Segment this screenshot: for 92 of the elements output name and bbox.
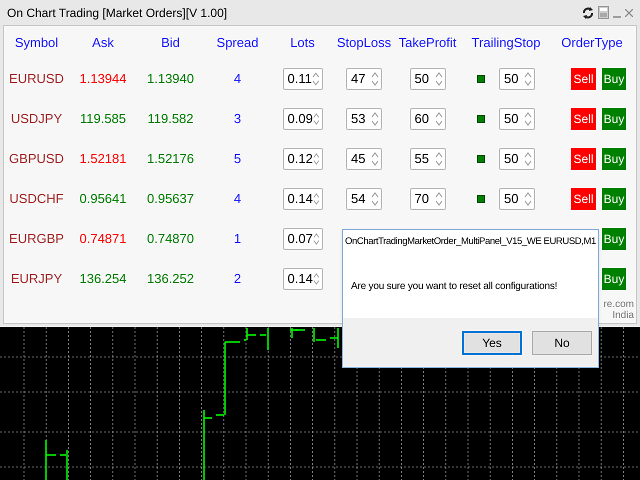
spin-arrows-icon	[371, 192, 379, 206]
spin-arrows-icon	[434, 112, 442, 126]
spin-field[interactable]: 50	[499, 148, 535, 170]
dialog-button[interactable]: No	[532, 330, 592, 354]
column-header: TakeProfit	[398, 34, 458, 52]
buy-button[interactable]: Buy	[602, 188, 626, 210]
spin-arrows-icon	[524, 192, 532, 206]
sell-button[interactable]: Sell	[571, 68, 596, 90]
ask-cell-text: 119.585	[78, 110, 128, 128]
spin-field[interactable]: 0.14	[282, 268, 322, 290]
column-header: Bid	[160, 34, 181, 52]
trailing-indicator[interactable]	[477, 115, 485, 123]
symbol-cell-text: EURGBP	[8, 230, 65, 248]
spin-arrows-icon	[371, 112, 379, 126]
column-header: TrailingStop	[470, 34, 542, 52]
spin-arrows-icon	[524, 72, 532, 86]
bid-cell-text: 0.95637	[146, 190, 195, 208]
symbol-cell-text: EURJPY	[10, 270, 64, 288]
spin-arrows-icon	[434, 72, 442, 86]
spread-cell-text: 4	[232, 190, 242, 208]
column-header: StopLoss	[336, 34, 392, 52]
trailing-indicator[interactable]	[477, 155, 485, 163]
column-header: Ask	[91, 34, 115, 52]
spin-field[interactable]: 54	[346, 188, 382, 210]
spin-field[interactable]: 0.09	[282, 108, 322, 130]
ask-cell-text: 0.95641	[78, 190, 128, 208]
bid-cell-text: 119.582	[146, 110, 195, 128]
spin-arrows-icon	[434, 152, 442, 166]
bid-cell-text: 136.252	[146, 270, 195, 288]
spread-cell-text: 1	[232, 230, 242, 248]
bid-cell-text: 0.74870	[146, 230, 195, 248]
spin-field[interactable]: 50	[410, 68, 446, 90]
buy-button[interactable]: Buy	[602, 228, 626, 250]
symbol-cell-text: USDCHF	[8, 190, 65, 208]
dialog-button[interactable]: Yes	[462, 330, 522, 354]
spin-field[interactable]: 50	[499, 108, 535, 130]
dialog-message: Are you sure you want to reset all configurations!	[351, 280, 558, 294]
spread-cell-text: 3	[232, 110, 242, 128]
buy-button[interactable]: Buy	[602, 268, 626, 290]
sell-button[interactable]: Sell	[571, 108, 596, 130]
spin-arrows-icon	[434, 192, 442, 206]
spin-field[interactable]: 0.12	[282, 148, 322, 170]
column-header: OrderType	[560, 34, 624, 52]
column-header: Spread	[216, 34, 260, 52]
spin-arrows-icon	[312, 112, 320, 126]
symbol-cell-text: USDJPY	[10, 110, 64, 128]
spread-cell-text: 2	[232, 270, 242, 288]
bid-cell-text: 1.13940	[146, 70, 195, 88]
spin-arrows-icon	[312, 192, 320, 206]
spin-arrows-icon	[371, 152, 379, 166]
spin-field[interactable]: 45	[346, 148, 382, 170]
spin-arrows-icon	[524, 152, 532, 166]
symbol-cell-text: GBPUSD	[8, 150, 65, 168]
spin-field[interactable]: 0.11	[282, 68, 322, 90]
window-title: On Chart Trading [Market Orders][V 1.00]	[7, 4, 228, 22]
footer-text: re.com	[603, 299, 634, 310]
spin-field[interactable]: 60	[410, 108, 446, 130]
spin-field[interactable]: 0.14	[282, 188, 322, 210]
column-header: Lots	[289, 34, 316, 52]
spin-arrows-icon	[312, 152, 320, 166]
buy-button[interactable]: Buy	[602, 148, 626, 170]
close-icon[interactable]	[625, 8, 633, 16]
spin-field[interactable]: 50	[499, 68, 535, 90]
spin-field[interactable]: 53	[346, 108, 382, 130]
buy-button[interactable]: Buy	[602, 108, 626, 130]
dialog-title: OnChartTradingMarketOrder_MultiPanel_V15_WE EURUSD,M1	[345, 234, 596, 249]
bid-cell-text: 1.52176	[146, 150, 195, 168]
spin-arrows-icon	[312, 272, 320, 286]
ask-cell-text: 1.13944	[78, 70, 128, 88]
refresh-icon[interactable]	[582, 6, 594, 18]
spin-arrows-icon	[312, 232, 320, 246]
spread-cell-text: 4	[232, 70, 242, 88]
spin-field[interactable]: 0.07	[282, 228, 322, 250]
spin-field[interactable]: 47	[346, 68, 382, 90]
column-header: Symbol	[14, 34, 60, 52]
trailing-indicator[interactable]	[477, 195, 485, 203]
spin-field[interactable]: 55	[410, 148, 446, 170]
buy-button[interactable]: Buy	[602, 68, 626, 90]
spin-arrows-icon	[524, 112, 532, 126]
trailing-indicator[interactable]	[477, 75, 485, 83]
sell-button[interactable]: Sell	[571, 148, 596, 170]
sell-button[interactable]: Sell	[571, 188, 596, 210]
ask-cell-text: 136.254	[78, 270, 128, 288]
spin-arrows-icon	[371, 72, 379, 86]
ask-cell-text: 1.52181	[78, 150, 128, 168]
spread-cell-text: 5	[232, 150, 242, 168]
spin-field[interactable]: 50	[499, 188, 535, 210]
footer-text: India	[612, 310, 634, 321]
symbol-cell-text: EURUSD	[8, 70, 65, 88]
spin-field[interactable]: 70	[410, 188, 446, 210]
spin-arrows-icon	[312, 72, 320, 86]
ask-cell-text: 0.74871	[78, 230, 128, 248]
